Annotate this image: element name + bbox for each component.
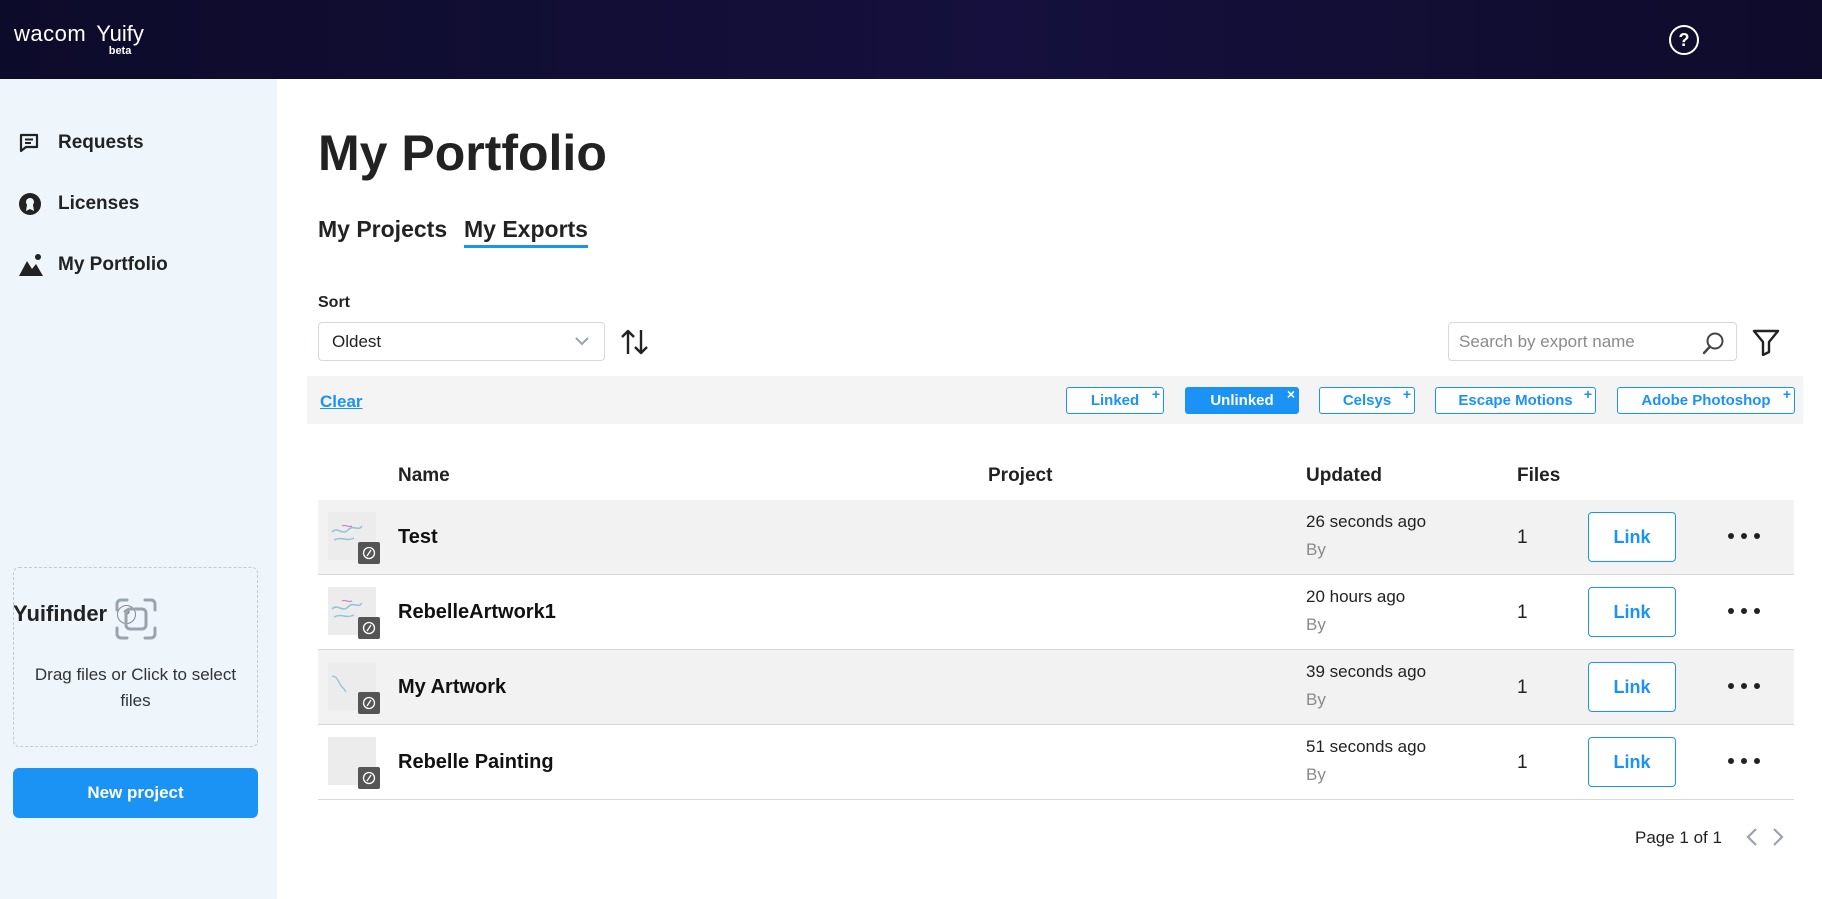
- sidebar-item-label: Requests: [58, 132, 144, 153]
- column-header-name[interactable]: Name: [398, 465, 450, 487]
- product-name: Yuify: [96, 21, 144, 46]
- link-button[interactable]: Link: [1588, 587, 1676, 637]
- updated-time: 20 hours ago: [1306, 587, 1406, 606]
- link-button[interactable]: Link: [1588, 512, 1676, 562]
- plus-icon: +: [1151, 386, 1160, 402]
- export-thumbnail: [328, 662, 380, 714]
- updated-time: 39 seconds ago: [1306, 662, 1427, 681]
- more-options-icon[interactable]: [1728, 599, 1760, 623]
- link-button[interactable]: Link: [1588, 737, 1676, 787]
- file-count: 1: [1517, 752, 1528, 773]
- license-icon: [18, 192, 48, 216]
- column-header-files[interactable]: Files: [1517, 465, 1560, 487]
- column-header-updated[interactable]: Updated: [1306, 465, 1382, 487]
- filter-chip-celsys[interactable]: Celsys +: [1319, 386, 1415, 414]
- tab-my-projects[interactable]: My Projects: [318, 216, 447, 243]
- export-name[interactable]: Rebelle Painting: [398, 751, 554, 774]
- filter-icon[interactable]: [1752, 328, 1780, 356]
- file-count: 1: [1517, 602, 1528, 623]
- file-dropzone[interactable]: Drag files or Click to select files: [13, 567, 258, 747]
- export-thumbnail: [328, 512, 380, 564]
- table-row[interactable]: My Artwork 39 seconds ago By 1 Link: [318, 650, 1794, 725]
- search-icon[interactable]: [1702, 331, 1726, 355]
- updated-by: By: [1306, 540, 1326, 559]
- sort-select[interactable]: Oldest: [318, 322, 605, 361]
- link-button[interactable]: Link: [1588, 662, 1676, 712]
- updated-time: 26 seconds ago: [1306, 512, 1427, 531]
- plus-icon: +: [1402, 386, 1411, 402]
- page-title: My Portfolio: [318, 125, 607, 181]
- sidebar-item-label: My Portfolio: [58, 254, 168, 275]
- updated-by: By: [1306, 615, 1326, 634]
- sidebar-item-licenses[interactable]: Licenses: [18, 192, 139, 216]
- table-row[interactable]: RebelleArtwork1 20 hours ago By 1 Link: [318, 575, 1794, 650]
- scan-icon: [115, 598, 156, 640]
- updated-by: By: [1306, 690, 1326, 709]
- rebelle-app-icon: [358, 692, 380, 714]
- sidebar-item-label: Licenses: [58, 193, 140, 214]
- top-bar: wacom Yuify beta ?: [0, 0, 1822, 79]
- tab-my-exports[interactable]: My Exports: [464, 216, 588, 248]
- brand-name: wacom: [14, 21, 87, 46]
- chevron-left-icon[interactable]: [1744, 826, 1760, 848]
- filter-chip-adobe-photoshop[interactable]: Adobe Photoshop +: [1617, 386, 1795, 414]
- sort-label: Sort: [318, 294, 350, 311]
- rebelle-app-icon: [358, 617, 380, 639]
- help-icon[interactable]: ?: [1669, 25, 1699, 55]
- plus-icon: +: [1782, 386, 1791, 402]
- export-name[interactable]: My Artwork: [398, 676, 506, 699]
- search-placeholder: Search by export name: [1459, 331, 1635, 351]
- updated-time: 51 seconds ago: [1306, 737, 1427, 756]
- export-thumbnail: [328, 737, 380, 789]
- more-options-icon[interactable]: [1728, 749, 1760, 773]
- rebelle-app-icon: [358, 767, 380, 789]
- column-header-project[interactable]: Project: [988, 465, 1052, 487]
- more-options-icon[interactable]: [1728, 674, 1760, 698]
- file-count: 1: [1517, 527, 1528, 548]
- requests-icon: [18, 131, 48, 155]
- more-options-icon[interactable]: [1728, 524, 1760, 548]
- search-input[interactable]: Search by export name: [1448, 322, 1737, 361]
- close-icon[interactable]: ×: [1287, 386, 1295, 402]
- sidebar-item-requests[interactable]: Requests: [18, 131, 144, 155]
- export-name[interactable]: RebelleArtwork1: [398, 601, 556, 624]
- table-row[interactable]: Rebelle Painting 51 seconds ago By 1 Lin…: [318, 725, 1794, 800]
- rebelle-app-icon: [358, 542, 380, 564]
- pagination-text: Page 1 of 1: [1635, 828, 1722, 847]
- chevron-down-icon: [575, 337, 589, 346]
- sort-order-icon[interactable]: [620, 328, 650, 356]
- export-thumbnail: [328, 587, 380, 639]
- brand-logo[interactable]: wacom Yuify beta: [14, 22, 144, 57]
- sort-selected-value: Oldest: [332, 331, 382, 351]
- export-name[interactable]: Test: [398, 526, 438, 549]
- updated-by: By: [1306, 765, 1326, 784]
- new-project-button[interactable]: New project: [13, 768, 258, 818]
- table-row[interactable]: Test 26 seconds ago By 1 Link: [318, 500, 1794, 575]
- clear-filters-link[interactable]: Clear: [320, 392, 363, 412]
- beta-badge: beta: [108, 45, 132, 57]
- plus-icon: +: [1583, 386, 1592, 402]
- filter-chip-escape-motions[interactable]: Escape Motions +: [1435, 386, 1596, 414]
- filter-chip-linked[interactable]: Linked +: [1066, 386, 1164, 414]
- file-count: 1: [1517, 677, 1528, 698]
- dropzone-text: Drag files or Click to select files: [34, 665, 237, 710]
- sidebar-item-my-portfolio[interactable]: My Portfolio: [18, 253, 168, 277]
- filter-chip-unlinked[interactable]: Unlinked ×: [1185, 386, 1299, 414]
- portfolio-icon: [18, 253, 48, 277]
- chevron-right-icon[interactable]: [1770, 826, 1786, 848]
